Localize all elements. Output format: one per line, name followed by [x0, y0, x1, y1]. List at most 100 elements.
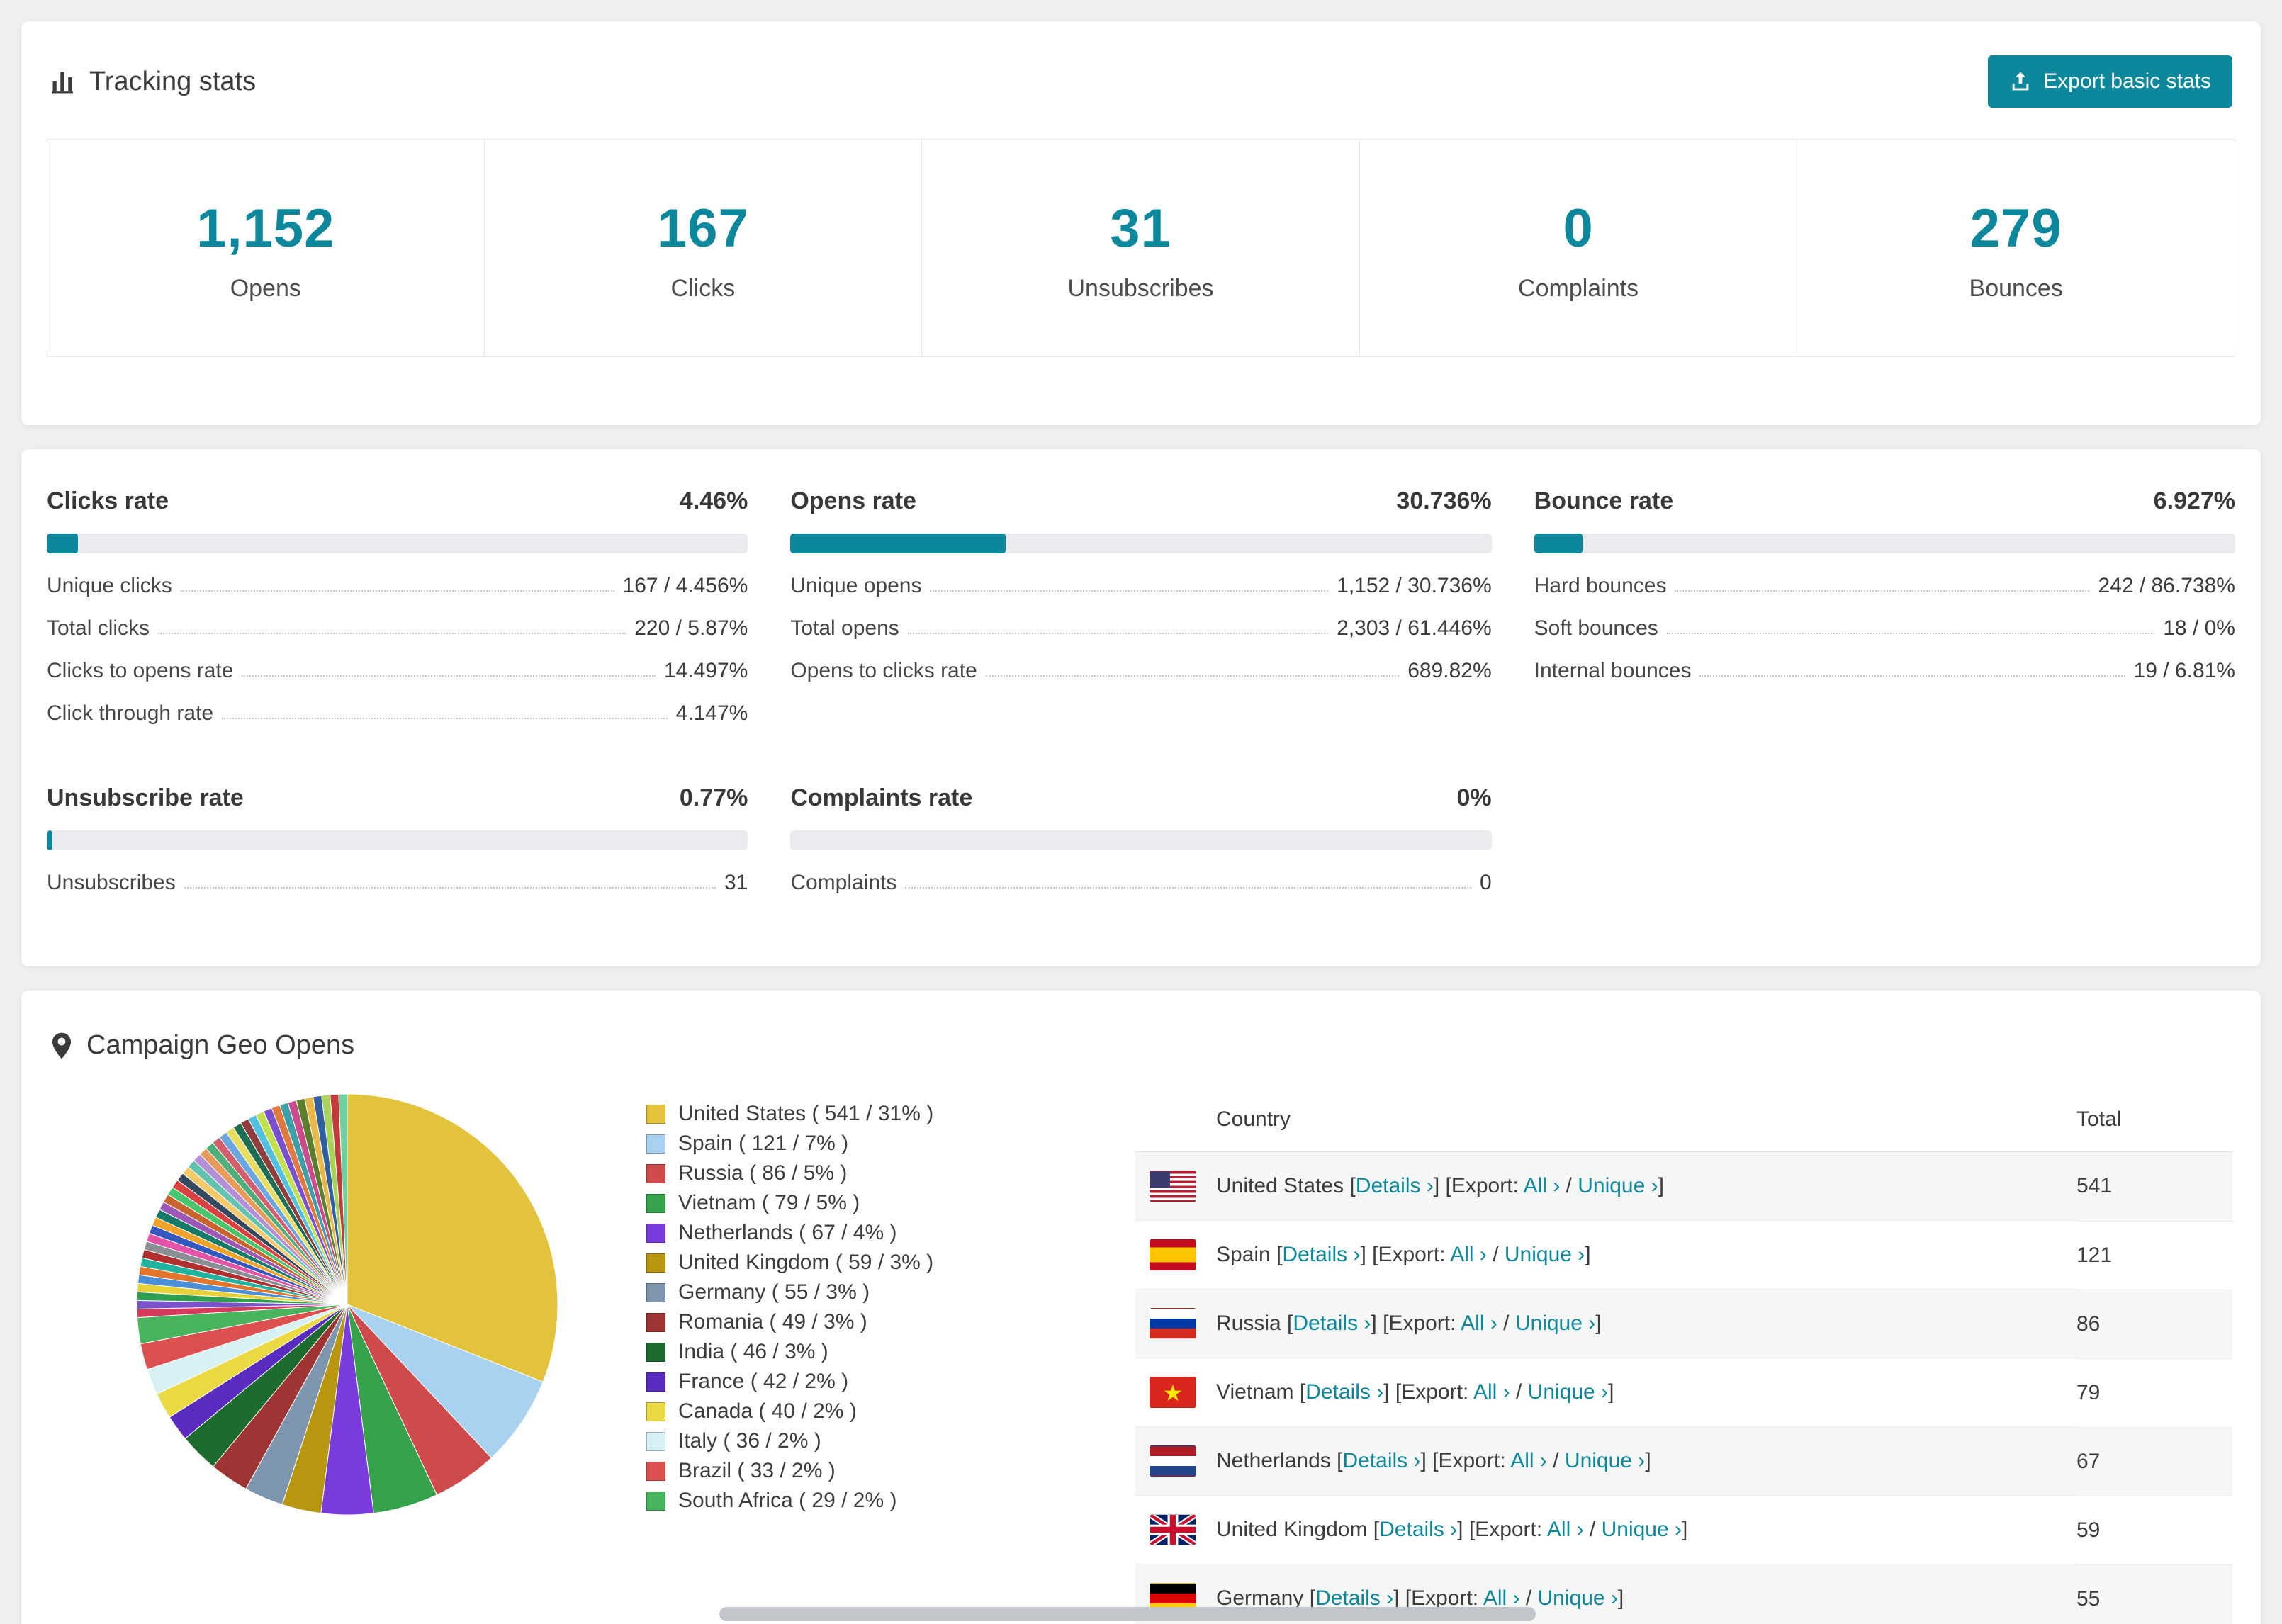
legend-item-italy: Italy ( 36 / 2% )	[646, 1426, 1135, 1456]
geo-table-row-united-kingdom: United Kingdom [Details ›] [Export: All …	[1135, 1496, 2232, 1565]
export-all-link[interactable]: All ›	[1524, 1174, 1561, 1197]
rate-detail-label: Total clicks	[47, 616, 150, 640]
legend-swatch	[646, 1431, 665, 1451]
total-cell: 55	[2076, 1564, 2232, 1624]
country-cell: United Kingdom [Details ›] [Export: All …	[1135, 1496, 2076, 1564]
legend-swatch	[646, 1372, 665, 1392]
details-link[interactable]: Details ›	[1342, 1449, 1420, 1472]
bracket: ]	[1658, 1174, 1664, 1197]
progress-bar	[47, 830, 748, 850]
stat-box-opens: 1,152 Opens	[47, 139, 485, 357]
bracket: ]	[1608, 1380, 1614, 1404]
total-cell: 541	[2076, 1151, 2232, 1222]
rate-detail-row: Hard bounces 242 / 86.738%	[1534, 565, 2235, 607]
slash: /	[1486, 1243, 1505, 1266]
country-name: Russia	[1216, 1312, 1288, 1335]
bracket: ]	[1617, 1586, 1624, 1610]
flag-icon-vietnam	[1150, 1377, 1196, 1408]
rates-grid: Clicks rate 4.46% Unique clicks 167 / 4.456…	[47, 487, 2235, 904]
export-basic-stats-button[interactable]: Export basic stats	[1988, 55, 2232, 108]
details-link[interactable]: Details ›	[1282, 1243, 1360, 1266]
rate-value: 30.736%	[1396, 487, 1492, 514]
progress-bar	[790, 534, 1492, 553]
export-all-link[interactable]: All ›	[1450, 1243, 1487, 1266]
geo-opens-title: Campaign Geo Opens	[86, 1030, 355, 1060]
stat-box-bounces: 279 Bounces	[1797, 139, 2235, 357]
legend-swatch	[646, 1223, 665, 1243]
geo-table-header-row: Country Total	[1135, 1092, 2232, 1152]
legend-swatch	[646, 1104, 665, 1124]
legend-label: Italy ( 36 / 2% )	[678, 1429, 821, 1453]
export-unique-link[interactable]: Unique ›	[1505, 1243, 1585, 1266]
rate-block-unsubscribe-rate: Unsubscribe rate 0.77% Unsubscribes 31	[47, 784, 748, 904]
rate-block-bounce-rate: Bounce rate 6.927% Hard bounces 242 / 86.73…	[1534, 487, 2235, 735]
legend-swatch	[646, 1312, 665, 1332]
progress-fill	[1534, 534, 1583, 553]
details-link[interactable]: Details ›	[1305, 1380, 1383, 1404]
rate-detail-label: Unique opens	[790, 574, 922, 597]
stat-value: 0	[1563, 198, 1594, 259]
details-link[interactable]: Details ›	[1293, 1312, 1371, 1335]
rate-block-clicks-rate: Clicks rate 4.46% Unique clicks 167 / 4.456…	[47, 487, 748, 735]
dotted-leader	[222, 718, 668, 719]
stat-value: 167	[656, 198, 749, 259]
legend-swatch	[646, 1163, 665, 1183]
dotted-leader	[1675, 590, 2090, 592]
legend-item-romania: Romania ( 49 / 3% )	[646, 1307, 1135, 1337]
export-unique-link[interactable]: Unique ›	[1515, 1312, 1595, 1335]
dotted-leader	[930, 590, 1329, 592]
total-cell: 86	[2076, 1290, 2232, 1359]
export-unique-link[interactable]: Unique ›	[1578, 1174, 1658, 1197]
export-prefix: [Export:	[1445, 1174, 1524, 1197]
export-icon	[2012, 72, 2029, 91]
rate-detail-value: 242 / 86.738%	[2098, 574, 2235, 597]
rate-detail-value: 0	[1479, 871, 1492, 894]
rate-value: 4.46%	[679, 487, 748, 514]
export-prefix: [Export:	[1468, 1518, 1547, 1541]
country-cell: Vietnam [Details ›] [Export: All › / Uni…	[1135, 1358, 2076, 1427]
rate-detail-label: Click through rate	[47, 701, 214, 725]
country-text: Vietnam [Details ›] [Export: All › / Uni…	[1216, 1380, 1614, 1404]
geo-opens-header: Campaign Geo Opens	[50, 1030, 2232, 1061]
export-all-link[interactable]: All ›	[1461, 1312, 1497, 1335]
rate-detail-value: 220 / 5.87%	[634, 616, 748, 640]
slash: /	[1560, 1174, 1578, 1197]
details-link[interactable]: Details ›	[1356, 1174, 1434, 1197]
column-header-country: Country	[1135, 1092, 2076, 1152]
legend-label: France ( 42 / 2% )	[678, 1370, 849, 1393]
export-unique-link[interactable]: Unique ›	[1528, 1380, 1608, 1404]
country-name: Vietnam	[1216, 1380, 1300, 1404]
rate-title: Clicks rate	[47, 487, 169, 514]
slash: /	[1583, 1518, 1602, 1541]
export-all-link[interactable]: All ›	[1510, 1449, 1547, 1472]
bracket: [	[1349, 1174, 1356, 1197]
location-pin-icon	[52, 1032, 72, 1059]
rate-detail-value: 19 / 6.81%	[2133, 659, 2235, 682]
bracket: ]	[1645, 1449, 1651, 1472]
bar-chart-icon	[52, 72, 73, 94]
export-unique-link[interactable]: Unique ›	[1538, 1586, 1618, 1610]
rate-detail-label: Hard bounces	[1534, 574, 1667, 597]
geo-table-row-vietnam: Vietnam [Details ›] [Export: All › / Uni…	[1135, 1358, 2232, 1428]
export-prefix: [Export:	[1395, 1380, 1473, 1404]
rate-detail-value: 689.82%	[1407, 659, 1492, 682]
geo-pie-chart[interactable]	[135, 1092, 560, 1517]
details-link[interactable]: Details ›	[1379, 1518, 1457, 1541]
horizontal-scrollbar-thumb[interactable]	[719, 1607, 1536, 1621]
export-all-link[interactable]: All ›	[1547, 1518, 1584, 1541]
rate-detail-row: Opens to clicks rate 689.82%	[790, 650, 1491, 692]
export-all-link[interactable]: All ›	[1473, 1380, 1510, 1404]
total-cell: 121	[2076, 1221, 2232, 1290]
progress-bar	[790, 830, 1492, 850]
slash: /	[1546, 1449, 1565, 1472]
export-unique-link[interactable]: Unique ›	[1602, 1518, 1682, 1541]
country-text: Netherlands [Details ›] [Export: All › /…	[1216, 1449, 1651, 1473]
export-unique-link[interactable]: Unique ›	[1565, 1449, 1645, 1472]
legend-item-vietnam: Vietnam ( 79 / 5% )	[646, 1188, 1135, 1218]
rate-detail-value: 4.147%	[675, 701, 748, 725]
legend-item-canada: Canada ( 40 / 2% )	[646, 1397, 1135, 1426]
rate-detail-label: Unsubscribes	[47, 871, 176, 894]
rate-detail-value: 167 / 4.456%	[622, 574, 748, 597]
country-text: Spain [Details ›] [Export: All › / Uniqu…	[1216, 1243, 1591, 1267]
rate-detail-row: Clicks to opens rate 14.497%	[47, 650, 748, 692]
